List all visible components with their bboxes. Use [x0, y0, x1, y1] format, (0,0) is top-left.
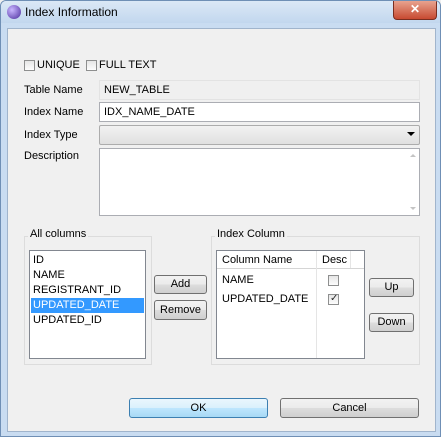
- ok-button[interactable]: OK: [129, 398, 268, 418]
- unique-label: UNIQUE: [37, 59, 80, 71]
- dialog-window: Index Information ✕ UNIQUE FULL TEXT Tab…: [0, 0, 441, 437]
- up-button[interactable]: Up: [369, 278, 414, 297]
- index-type-select[interactable]: [99, 125, 420, 145]
- close-button[interactable]: ✕: [393, 1, 437, 20]
- unique-checkbox[interactable]: [24, 60, 35, 71]
- remove-button[interactable]: Remove: [154, 300, 207, 320]
- index-name-input[interactable]: IDX_NAME_DATE: [99, 102, 420, 122]
- add-button[interactable]: Add: [154, 275, 207, 294]
- down-button[interactable]: Down: [369, 313, 414, 332]
- table-row-name[interactable]: NAME: [222, 274, 254, 286]
- chevron-down-icon: [407, 132, 415, 136]
- table-name-label: Table Name: [24, 84, 83, 96]
- full-text-label: FULL TEXT: [99, 59, 157, 71]
- table-name-field: NEW_TABLE: [99, 80, 420, 100]
- index-column-label: Index Column: [215, 228, 287, 240]
- desc-checkbox-row-1[interactable]: [328, 275, 339, 286]
- index-type-label: Index Type: [24, 129, 78, 141]
- list-item-selected[interactable]: UPDATED_DATE: [31, 298, 144, 313]
- list-item[interactable]: NAME: [31, 268, 144, 283]
- index-name-label: Index Name: [24, 106, 84, 118]
- description-label: Description: [24, 150, 80, 162]
- list-item[interactable]: REGISTRANT_ID: [31, 283, 144, 298]
- title-bar[interactable]: Index Information ✕: [1, 1, 440, 23]
- all-columns-list[interactable]: ID NAME REGISTRANT_ID UPDATED_DATE UPDAT…: [29, 250, 146, 359]
- cancel-button[interactable]: Cancel: [280, 398, 419, 418]
- description-scrollbar[interactable]: [407, 149, 419, 215]
- column-name-header[interactable]: Column Name: [222, 254, 292, 266]
- description-textarea[interactable]: [99, 148, 420, 216]
- window-title: Index Information: [25, 5, 118, 19]
- list-item[interactable]: ID: [31, 253, 144, 268]
- dialog-body: UNIQUE FULL TEXT Table Name NEW_TABLE In…: [7, 28, 436, 432]
- list-item[interactable]: UPDATED_ID: [31, 313, 144, 328]
- close-icon: ✕: [409, 2, 421, 16]
- column-separator: [350, 251, 351, 268]
- index-column-table[interactable]: Column Name Desc NAME UPDATED_DATE ✓: [216, 250, 365, 359]
- checkmark-icon: ✓: [330, 293, 339, 304]
- column-separator: [316, 251, 317, 358]
- scroll-up-icon[interactable]: [410, 154, 416, 157]
- full-text-checkbox[interactable]: [86, 60, 97, 71]
- all-columns-label: All columns: [28, 228, 89, 240]
- scroll-down-icon[interactable]: [410, 207, 416, 210]
- table-row-name[interactable]: UPDATED_DATE: [222, 293, 308, 305]
- app-icon: [7, 5, 21, 19]
- desc-checkbox-row-2[interactable]: ✓: [328, 293, 339, 305]
- desc-header[interactable]: Desc: [322, 254, 347, 266]
